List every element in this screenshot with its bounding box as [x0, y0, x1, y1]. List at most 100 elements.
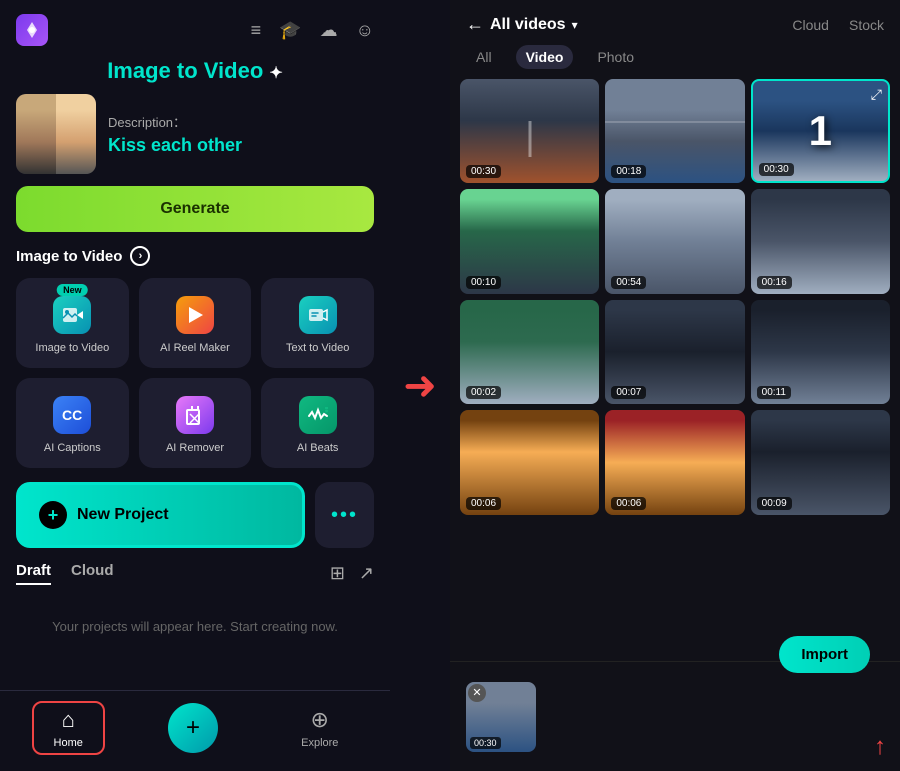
ai-captions-icon: CC — [53, 396, 91, 434]
video-grid: 00:30 00:18 1 ⤢ 00:30 00:10 00:54 00:16 … — [450, 79, 900, 661]
back-section[interactable]: ← All videos ▾ — [466, 14, 578, 35]
tool-label-ai-reel: AI Reel Maker — [160, 342, 230, 354]
video-duration-10: 00:06 — [466, 497, 501, 510]
video-item-12[interactable]: 00:09 — [751, 410, 890, 514]
expand-icon[interactable]: ⤢ — [871, 86, 882, 103]
dropdown-arrow-icon: ▾ — [572, 18, 578, 32]
explore-icon: ⊕ — [311, 707, 329, 733]
tool-ai-reel[interactable]: AI Reel Maker — [139, 278, 252, 368]
video-item-4[interactable]: 00:10 — [460, 189, 599, 293]
list-icon[interactable]: ≡ — [251, 20, 262, 41]
tab-cloud[interactable]: Cloud — [792, 17, 829, 33]
video-item-3[interactable]: 1 ⤢ 00:30 — [751, 79, 890, 183]
home-icon: ⌂ — [62, 707, 75, 733]
create-icon: + — [186, 714, 200, 742]
top-icons: ≡ 🎓 ☁ ☺ — [251, 20, 374, 41]
smiley-icon[interactable]: ☺ — [356, 20, 374, 41]
more-dots-icon: ••• — [331, 504, 358, 527]
nav-explore-label: Explore — [301, 737, 338, 749]
new-badge: New — [57, 284, 88, 296]
new-project-button[interactable]: + New Project — [16, 482, 305, 548]
img-to-video-icon — [53, 296, 91, 334]
video-duration-7: 00:02 — [466, 386, 501, 399]
description-text: Kiss each other — [108, 135, 374, 156]
video-item-9[interactable]: 00:11 — [751, 300, 890, 404]
ai-beats-icon — [299, 396, 337, 434]
text-to-video-icon — [299, 296, 337, 334]
tool-ai-captions[interactable]: CC AI Captions — [16, 378, 129, 468]
right-top-tabs: Cloud Stock — [792, 17, 884, 33]
filter-photo[interactable]: Photo — [587, 45, 644, 69]
video-duration-11: 00:06 — [611, 497, 646, 510]
right-top-bar: ← All videos ▾ Cloud Stock — [450, 0, 900, 45]
tabs-row: Draft Cloud ⊞ ↗ — [0, 562, 390, 597]
section-title-text: Image to Video — [16, 248, 122, 265]
video-duration-5: 00:54 — [611, 276, 646, 289]
video-item-1[interactable]: 00:30 — [460, 79, 599, 183]
import-area: Import ↑ — [874, 733, 886, 761]
nav-explore[interactable]: ⊕ Explore — [281, 703, 358, 753]
video-item-11[interactable]: 00:06 — [605, 410, 744, 514]
video-duration-12: 00:09 — [757, 497, 792, 510]
info-icon[interactable]: › — [130, 246, 150, 266]
share-icon[interactable]: ↗ — [359, 563, 374, 584]
all-videos-label: All videos — [490, 16, 566, 34]
video-duration-9: 00:11 — [757, 386, 791, 399]
video-item-2[interactable]: 00:18 — [605, 79, 744, 183]
tool-label-ai-remover: AI Remover — [166, 442, 224, 454]
plus-circle-icon: + — [39, 501, 67, 529]
graduation-icon[interactable]: 🎓 — [279, 20, 301, 41]
bottom-nav: ⌂ Home + ⊕ Explore — [0, 690, 390, 771]
nav-home[interactable]: ⌂ Home — [32, 701, 105, 755]
tab-draft[interactable]: Draft — [16, 562, 51, 585]
video-duration-6: 00:16 — [757, 276, 792, 289]
ai-reel-icon — [176, 296, 214, 334]
svg-text:CC: CC — [62, 407, 82, 423]
right-panel: ← All videos ▾ Cloud Stock All Video Pho… — [450, 0, 900, 771]
close-preview-button[interactable]: ✕ — [468, 684, 486, 702]
preview-thumbnail — [16, 94, 96, 174]
preview-section: Description： Kiss each other — [0, 94, 390, 186]
tool-label-ai-captions: AI Captions — [44, 442, 101, 454]
new-project-label: New Project — [77, 506, 169, 524]
filter-video[interactable]: Video — [516, 45, 574, 69]
import-arrow-icon: ↑ — [874, 733, 886, 761]
app-logo[interactable] — [16, 14, 48, 46]
video-item-7[interactable]: 00:02 — [460, 300, 599, 404]
video-item-8[interactable]: 00:07 — [605, 300, 744, 404]
grid-view-icon[interactable]: ⊞ — [330, 563, 345, 584]
tab-stock[interactable]: Stock — [849, 17, 884, 33]
tool-text-to-video[interactable]: Text to Video — [261, 278, 374, 368]
tab-cloud[interactable]: Cloud — [71, 562, 114, 585]
video-item-5[interactable]: 00:54 — [605, 189, 744, 293]
cloud-icon[interactable]: ☁ — [320, 20, 338, 41]
new-project-row: + New Project ••• — [0, 482, 390, 562]
tool-label-img-to-video: Image to Video — [35, 342, 109, 354]
video-item-10[interactable]: 00:06 — [460, 410, 599, 514]
filter-row: All Video Photo — [450, 45, 900, 79]
bottom-preview-area: ✕ 00:30 Import ↑ — [450, 661, 900, 771]
video-duration-8: 00:07 — [611, 386, 646, 399]
tool-img-to-video[interactable]: New Image to Video — [16, 278, 129, 368]
tabs-actions: ⊞ ↗ — [330, 563, 374, 584]
preview-info: Description： Kiss each other — [108, 112, 374, 156]
empty-state: Your projects will appear here. Start cr… — [0, 597, 390, 657]
nav-home-label: Home — [54, 737, 83, 749]
tools-grid: New Image to Video AI Reel Maker — [0, 278, 390, 482]
tool-label-text-to-video: Text to Video — [286, 342, 349, 354]
import-button[interactable]: Import — [779, 636, 870, 673]
nav-create[interactable]: + — [168, 703, 218, 753]
title-bar: Image to Video ✦ — [0, 54, 390, 94]
right-arrow-icon: ➜ — [403, 363, 437, 409]
filter-all[interactable]: All — [466, 45, 502, 69]
tool-ai-remover[interactable]: AI Remover — [139, 378, 252, 468]
generate-button[interactable]: Generate — [16, 186, 374, 232]
arrow-section: ➜ — [390, 0, 450, 771]
video-item-6[interactable]: 00:16 — [751, 189, 890, 293]
more-button[interactable]: ••• — [315, 482, 374, 548]
preview-mini-duration: 00:30 — [470, 737, 501, 749]
page-title: Image to Video ✦ — [0, 58, 390, 84]
video-duration-4: 00:10 — [466, 276, 501, 289]
tool-ai-beats[interactable]: AI Beats — [261, 378, 374, 468]
tool-label-ai-beats: AI Beats — [297, 442, 339, 454]
